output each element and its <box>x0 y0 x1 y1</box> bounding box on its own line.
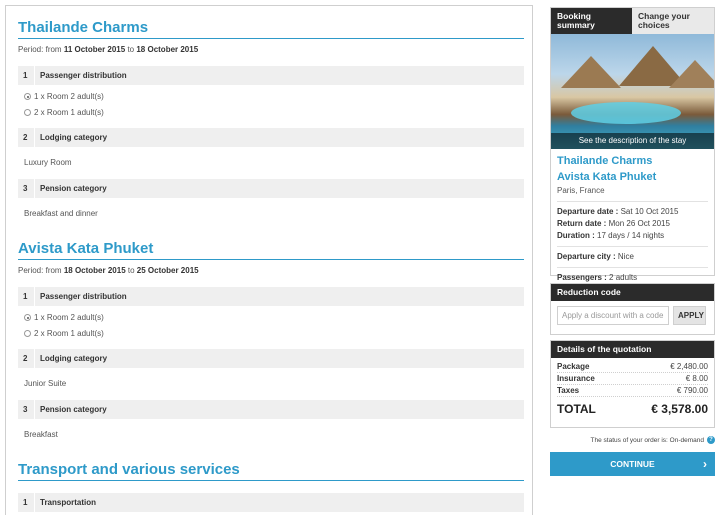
step-label: Lodging category <box>34 128 107 147</box>
step-label: Lodging category <box>34 349 107 368</box>
quote-row-taxes: Taxes € 790.00 <box>557 386 708 397</box>
step-transportation: 1 Transportation <box>18 493 524 512</box>
tab-change-choices[interactable]: Change your choices <box>632 8 714 34</box>
hut-roof-image <box>669 60 714 88</box>
discount-code-input[interactable]: Apply a discount with a code <box>557 306 669 325</box>
apply-button[interactable]: APPLY <box>673 306 706 325</box>
reduction-title: Reduction code <box>551 284 714 301</box>
step-number: 3 <box>23 405 28 414</box>
chevron-right-icon: › <box>703 457 707 471</box>
step-label: Passenger distribution <box>34 287 127 306</box>
section-title: Transport and various services <box>18 460 524 481</box>
step-number: 1 <box>23 498 28 507</box>
duration-row: Duration : 17 days / 14 nights <box>557 231 665 240</box>
trip-section-1: Thailande Charms Period: from 11 October… <box>18 18 524 220</box>
step-number: 2 <box>23 133 28 142</box>
room-option-2[interactable]: 2 x Room 1 adult(s) <box>18 328 524 339</box>
quotation-panel: Details of the quotation Package € 2,480.… <box>550 340 715 428</box>
order-status-text: The status of your order is: On-demand <box>590 437 704 444</box>
reduction-code-panel: Reduction code Apply a discount with a c… <box>550 283 715 335</box>
stay-description-link[interactable]: See the description of the stay <box>551 133 714 149</box>
step-pension-category: 3 Pension category <box>18 400 524 419</box>
booking-summary-panel: Booking summary Change your choices See … <box>550 7 715 282</box>
summary-location: Paris, France <box>557 185 708 202</box>
reduction-form: Apply a discount with a code APPLY <box>551 301 714 325</box>
summary-dates: Departure date : Sat 10 Oct 2015 Return … <box>557 202 708 284</box>
room-option-1[interactable]: 1 x Room 2 adult(s) <box>18 312 524 323</box>
quote-row-package: Package € 2,480.00 <box>557 362 708 373</box>
quotation-title: Details of the quotation <box>551 341 714 358</box>
summary-tabs: Booking summary Change your choices <box>551 8 714 34</box>
step-label: Transportation <box>34 493 96 512</box>
room-option-1[interactable]: 1 x Room 2 adult(s) <box>18 91 524 102</box>
quote-total: TOTAL € 3,578.00 <box>557 402 708 416</box>
help-icon[interactable]: ? <box>707 436 715 445</box>
transport-section: Transport and various services 1 Transpo… <box>18 460 524 512</box>
step-pension-category: 3 Pension category <box>18 179 524 198</box>
summary-hotel-name: Avista Kata Phuket <box>557 171 657 183</box>
stay-details: Thailande Charms Avista Kata Phuket Pari… <box>551 149 714 284</box>
trip-period: Period: from 11 October 2015 to 18 Octob… <box>18 45 199 54</box>
trip-title: Avista Kata Phuket <box>18 239 524 260</box>
summary-trip-name: Thailande Charms <box>557 155 653 167</box>
step-passenger-distribution: 1 Passenger distribution <box>18 287 524 306</box>
pool-image <box>571 102 681 124</box>
trip-section-2: Avista Kata Phuket Period: from 18 Octob… <box>18 239 524 441</box>
step-lodging-category: 2 Lodging category <box>18 349 524 368</box>
pension-value: Breakfast <box>24 430 58 439</box>
room-option-2[interactable]: 2 x Room 1 adult(s) <box>18 107 524 118</box>
step-number: 2 <box>23 354 28 363</box>
step-number: 1 <box>23 292 28 301</box>
tab-booking-summary[interactable]: Booking summary <box>551 8 632 34</box>
trip-period: Period: from 18 October 2015 to 25 Octob… <box>18 266 199 275</box>
step-number: 1 <box>23 71 28 80</box>
radio-selected[interactable] <box>24 314 31 321</box>
radio-unselected[interactable] <box>24 330 31 337</box>
step-label: Pension category <box>34 179 107 198</box>
passengers-row: Passengers : 2 adults <box>557 267 708 284</box>
step-number: 3 <box>23 184 28 193</box>
lodging-value: Luxury Room <box>24 158 72 167</box>
continue-button[interactable]: CONTINUE › <box>550 452 715 476</box>
trip-title: Thailande Charms <box>18 18 524 39</box>
departure-city-row: Departure city : Nice <box>557 246 708 263</box>
hut-roof-image <box>561 56 621 88</box>
radio-selected[interactable] <box>24 93 31 100</box>
return-date-row: Return date : Mon 26 Oct 2015 <box>557 219 670 228</box>
stay-photo[interactable]: See the description of the stay <box>551 34 714 149</box>
lodging-value: Junior Suite <box>24 379 67 388</box>
step-passenger-distribution: 1 Passenger distribution <box>18 66 524 85</box>
departure-date-row: Departure date : Sat 10 Oct 2015 <box>557 207 679 216</box>
order-status: The status of your order is: On-demand? <box>550 435 715 446</box>
step-label: Passenger distribution <box>34 66 127 85</box>
quotation-body: Package € 2,480.00 Insurance € 8.00 Taxes €… <box>551 358 714 416</box>
quote-row-insurance: Insurance € 8.00 <box>557 374 708 385</box>
radio-unselected[interactable] <box>24 109 31 116</box>
pension-value: Breakfast and dinner <box>24 209 98 218</box>
step-label: Pension category <box>34 400 107 419</box>
step-lodging-category: 2 Lodging category <box>18 128 524 147</box>
booking-form-panel: Thailande Charms Period: from 11 October… <box>5 5 533 515</box>
